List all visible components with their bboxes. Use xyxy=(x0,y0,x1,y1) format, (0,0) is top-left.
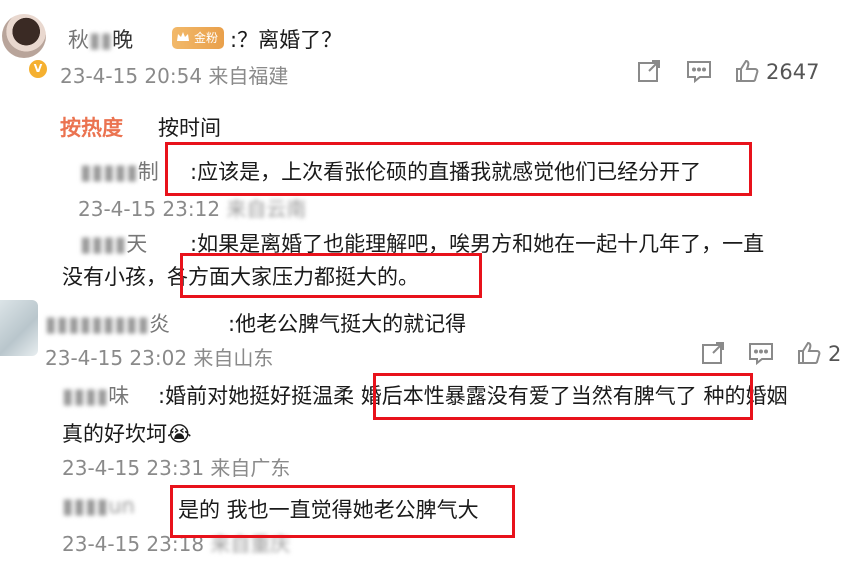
comment-icon[interactable] xyxy=(747,340,775,370)
reply-username[interactable]: ▮▮▮▮天 xyxy=(80,228,147,258)
tab-time[interactable]: 按时间 xyxy=(158,112,221,142)
comment-username[interactable]: 秋▮▮晚 xyxy=(68,24,133,54)
like-count: 2647 xyxy=(766,60,820,84)
reply-text-line2: 真的好坎坷😭 xyxy=(62,422,192,446)
avatar[interactable] xyxy=(0,300,38,356)
reply-meta: 23-4-15 23:12 来自云南 xyxy=(78,197,307,221)
reply-text: :婚前对她挺好挺温柔 婚后本性暴露没有爱了当然有脾气了 种的婚姻 xyxy=(158,384,788,408)
reply-text: 是的 我也一直觉得她老公脾气大 xyxy=(178,498,479,522)
comment-text: :他老公脾气挺大的就记得 xyxy=(228,312,467,336)
like-count: 2 xyxy=(828,342,842,366)
crying-emoji-icon: 😭 xyxy=(167,422,192,446)
share-icon[interactable] xyxy=(636,58,662,88)
comment-icon[interactable] xyxy=(685,58,713,88)
share-icon[interactable] xyxy=(700,340,726,370)
redacted-username: ▮▮ xyxy=(89,28,113,52)
reply-username[interactable]: ▮▮▮▮un xyxy=(62,494,135,518)
reply-username[interactable]: ▮▮▮▮味 xyxy=(62,380,129,410)
avatar[interactable] xyxy=(2,14,46,58)
comment-username[interactable]: ▮▮▮▮▮▮▮▮▮炎 xyxy=(45,308,170,338)
reply-meta: 23-4-15 23:18 来自重庆 xyxy=(62,532,291,556)
tab-hot[interactable]: 按热度 xyxy=(60,112,123,142)
reply-meta: 23-4-15 23:31 来自广东 xyxy=(62,456,291,480)
crown-icon xyxy=(175,29,191,52)
comment-text: :？离婚了？ xyxy=(230,28,343,52)
fan-badge: 金粉3 xyxy=(172,27,224,67)
comment-meta: 23-4-15 20:54 来自福建 xyxy=(60,64,289,88)
verified-badge-icon: V xyxy=(27,58,49,80)
reply-text-line2: 没有小孩，各方面大家压力都挺大的。 xyxy=(62,265,419,289)
reply-text: :如果是离婚了也能理解吧，唉男方和她在一起十几年了，一直 xyxy=(190,232,765,256)
reply-text: :应该是，上次看张伦硕的直播我就感觉他们已经分开了 xyxy=(190,160,702,184)
like-icon[interactable] xyxy=(734,58,760,88)
like-icon[interactable] xyxy=(796,340,822,370)
reply-username[interactable]: ▮▮▮▮▮制 xyxy=(80,156,159,186)
comment-meta: 23-4-15 23:02 来自山东 xyxy=(45,346,274,370)
